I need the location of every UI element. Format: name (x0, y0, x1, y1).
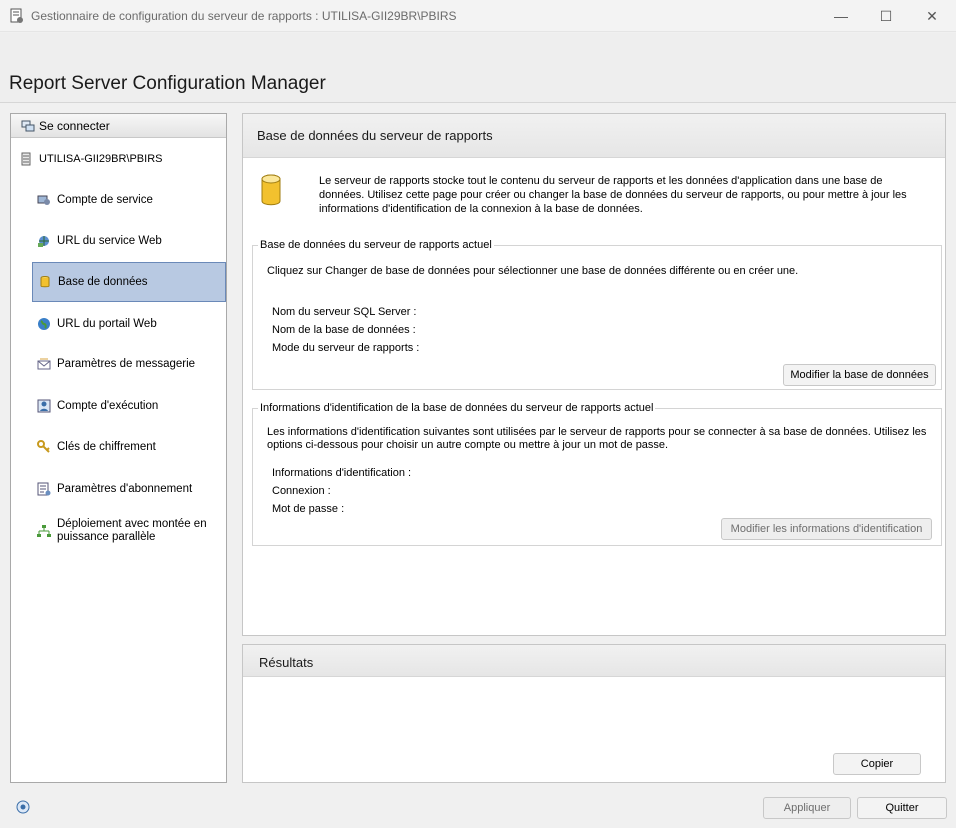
execution-account-icon (37, 399, 51, 413)
credentials-instruction: Les informations d'identification suivan… (267, 426, 927, 451)
web-service-url-icon (38, 236, 49, 247)
connect-icon (21, 120, 35, 131)
database-name-label: Nom de la base de données : (272, 324, 416, 336)
apply-button[interactable]: Appliquer (763, 797, 851, 819)
service-account-icon (37, 195, 50, 205)
sidebar-item-web-service-url[interactable]: URL du service Web (32, 221, 226, 261)
database-large-icon (261, 174, 281, 206)
server-node[interactable]: UTILISA-GII29BR\PBIRS (19, 152, 162, 166)
minimize-button[interactable]: — (818, 0, 864, 32)
sidebar-item-scale-out-deployment[interactable]: Déploiement avec montée en puissance par… (32, 511, 226, 551)
current-database-instruction: Cliquez sur Changer de base de données p… (267, 265, 799, 277)
results-panel: Résultats Copier (242, 644, 946, 783)
globe-icon (38, 318, 50, 330)
current-database-group: Base de données du serveur de rapports a… (252, 239, 942, 390)
password-label: Mot de passe : (272, 503, 345, 515)
sidebar-item-execution-account[interactable]: Compte d'exécution (32, 386, 226, 426)
app-icon (10, 8, 23, 23)
results-title: Résultats (243, 645, 945, 677)
maximize-button[interactable]: ☐ (863, 0, 909, 32)
sidebar-item-service-account[interactable]: Compte de service (32, 180, 226, 220)
header-band: Report Server Configuration Manager (0, 33, 956, 103)
connect-button[interactable]: Se connecter (11, 114, 226, 138)
credentials-legend: Informations d'identification de la base… (260, 402, 654, 414)
maximize-icon: ☐ (879, 7, 893, 24)
close-icon: ✕ (926, 7, 938, 24)
intro-text: Le serveur de rapports stocke tout le co… (319, 175, 907, 215)
keys-icon (37, 440, 50, 453)
panel-title: Base de données du serveur de rapports (243, 114, 945, 158)
sidebar-item-web-portal-url[interactable]: URL du portail Web (32, 304, 226, 344)
title-bar: Gestionnaire de configuration du serveur… (0, 0, 956, 32)
app-title: Report Server Configuration Manager (9, 73, 326, 94)
sidebar-item-encryption-keys[interactable]: Clés de chiffrement (32, 427, 226, 467)
sidebar-item-email-settings[interactable]: Paramètres de messagerie (32, 344, 226, 384)
sql-server-label: Nom du serveur SQL Server : (272, 306, 417, 318)
credentials-label: Informations d'identification : (272, 467, 412, 479)
database-panel: Base de données du serveur de rapports L… (242, 113, 946, 636)
sidebar-item-database[interactable]: Base de données (32, 262, 226, 302)
change-database-button[interactable]: Modifier la base de données (783, 364, 936, 386)
copy-button[interactable]: Copier (833, 753, 921, 775)
login-label: Connexion : (272, 485, 331, 497)
window-title: Gestionnaire de configuration du serveur… (31, 9, 457, 23)
email-icon (37, 358, 51, 370)
scale-out-icon (37, 525, 51, 537)
database-icon (40, 276, 50, 288)
change-credentials-button[interactable]: Modifier les informations d'identificati… (721, 518, 932, 540)
credentials-group: Informations d'identification de la base… (252, 402, 942, 546)
close-button[interactable]: ✕ (909, 0, 955, 32)
help-icon[interactable] (16, 800, 30, 814)
sidebar: Se connecter UTILISA-GII29BR\PBIRS Compt… (10, 113, 227, 783)
connect-label: Se connecter (39, 118, 110, 133)
quit-button[interactable]: Quitter (857, 797, 947, 819)
subscription-icon (37, 482, 51, 496)
server-icon (21, 152, 31, 166)
server-name: UTILISA-GII29BR\PBIRS (39, 153, 163, 165)
minimize-icon: — (834, 8, 848, 24)
current-database-legend: Base de données du serveur de rapports a… (260, 239, 492, 251)
sidebar-item-subscription-settings[interactable]: Paramètres d'abonnement (32, 469, 226, 509)
report-server-mode-label: Mode du serveur de rapports : (272, 342, 420, 354)
